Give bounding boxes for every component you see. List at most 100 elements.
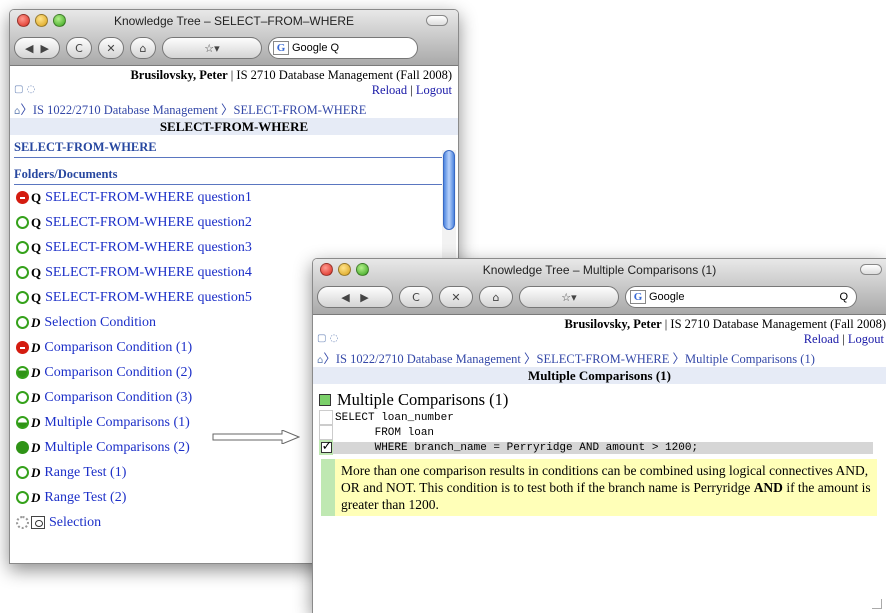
line-marker-icon[interactable] <box>319 425 333 440</box>
window-title: Knowledge Tree – SELECT–FROM–WHERE <box>113 14 355 28</box>
list-item-link[interactable]: Multiple Comparisons (2) <box>44 440 189 456</box>
user-info: Brusilovsky, Peter | IS 2710 Database Ma… <box>10 66 458 83</box>
list-item-link[interactable]: SELECT-FROM-WHERE question1 <box>45 190 252 206</box>
forward-icon[interactable]: ▶ <box>41 42 49 55</box>
user-name: Brusilovsky, Peter <box>564 317 662 331</box>
code-text: WHERE branch_name = Perryridge AND amoun… <box>333 441 873 454</box>
reload-button[interactable]: C <box>66 37 92 59</box>
close-window-icon[interactable] <box>17 14 30 27</box>
example-checkbox-icon[interactable] <box>319 394 331 406</box>
line-marker-icon[interactable] <box>319 410 333 425</box>
back-icon[interactable]: ◀ <box>341 291 349 304</box>
progress-circle-icon <box>16 191 29 204</box>
dissection-icon: D <box>31 439 41 455</box>
search-field[interactable]: G Google Q <box>268 37 418 59</box>
progress-status-icon: Q <box>16 190 41 206</box>
list-item[interactable]: Q SELECT-FROM-WHERE question2 <box>16 210 458 235</box>
list-item-link[interactable]: Range Test (2) <box>44 490 126 506</box>
zoom-window-icon[interactable] <box>53 14 66 27</box>
reload-icon: C <box>412 290 420 304</box>
stop-button[interactable]: ✕ <box>439 286 473 308</box>
breadcrumb[interactable]: ⌂〉IS 1022/2710 Database Management 〉SELE… <box>313 348 886 367</box>
address-bar[interactable]: ☆▾ <box>162 37 262 59</box>
back-forward-button[interactable]: ◀ ▶ <box>317 286 393 308</box>
window-title: Knowledge Tree – Multiple Comparisons (1… <box>482 263 717 277</box>
minimize-window-icon[interactable] <box>338 263 351 276</box>
toolbar-toggle-icon[interactable] <box>860 264 882 275</box>
bookmark-star-icon[interactable]: ☆▾ <box>561 291 576 304</box>
progress-circle-icon <box>16 466 29 479</box>
browser-toolbar: ◀ ▶ C ✕ ⌂ ☆▾ G Google Q <box>10 32 458 66</box>
scrollbar-thumb[interactable] <box>443 150 455 230</box>
browser-toolbar: ◀ ▶ C ✕ ⌂ ☆▾ G Google Q <box>313 281 886 315</box>
list-item-link[interactable]: Selection <box>49 515 101 531</box>
breadcrumb-text[interactable]: 〉IS 1022/2710 Database Management 〉SELEC… <box>323 352 815 366</box>
bookmark-star-icon[interactable]: ☆▾ <box>204 42 219 55</box>
reload-link[interactable]: Reload <box>804 332 839 346</box>
stop-icon: ✕ <box>106 41 116 55</box>
progress-status-icon: D <box>16 315 40 331</box>
title-bar[interactable]: Knowledge Tree – SELECT–FROM–WHERE <box>10 10 458 32</box>
stop-button[interactable]: ✕ <box>98 37 124 59</box>
reload-link[interactable]: Reload <box>372 83 407 97</box>
code-line[interactable]: SELECT loan_number <box>313 410 886 425</box>
toolbar-toggle-icon[interactable] <box>426 15 448 26</box>
resize-grip-icon[interactable] <box>872 599 882 609</box>
back-forward-button[interactable]: ◀ ▶ <box>14 37 60 59</box>
list-item-link[interactable]: Multiple Comparisons (1) <box>44 415 189 431</box>
progress-circle-icon <box>16 266 29 279</box>
list-item[interactable]: Q SELECT-FROM-WHERE question1 <box>16 185 458 210</box>
progress-circle-icon <box>16 391 29 404</box>
title-bar[interactable]: Knowledge Tree – Multiple Comparisons (1… <box>313 259 886 281</box>
progress-status-icon: Q <box>16 265 41 281</box>
logout-link[interactable]: Logout <box>416 83 452 97</box>
question-icon: Q <box>31 264 42 280</box>
progress-status-icon: Q <box>16 290 41 306</box>
minimize-window-icon[interactable] <box>35 14 48 27</box>
course-name: | IS 2710 Database Management (Fall 2008… <box>661 317 886 331</box>
breadcrumb[interactable]: ⌂〉IS 1022/2710 Database Management 〉SELE… <box>10 99 458 118</box>
list-item[interactable]: Q SELECT-FROM-WHERE question3 <box>16 235 458 260</box>
forward-icon[interactable]: ▶ <box>360 291 368 304</box>
google-search-icon[interactable]: G <box>273 41 289 55</box>
link-separator: | <box>842 332 845 346</box>
breadcrumb-text[interactable]: 〉IS 1022/2710 Database Management 〉SELEC… <box>20 103 366 117</box>
address-bar[interactable]: ☆▾ <box>519 286 619 308</box>
close-window-icon[interactable] <box>320 263 333 276</box>
dissection-icon: D <box>31 339 41 355</box>
list-item-link[interactable]: SELECT-FROM-WHERE question3 <box>45 240 252 256</box>
window-controls <box>320 263 369 276</box>
progress-circle-icon <box>16 516 29 529</box>
checked-box-icon[interactable] <box>320 439 332 454</box>
line-marker-icon[interactable] <box>319 439 333 455</box>
zoom-window-icon[interactable] <box>356 263 369 276</box>
code-line-selected[interactable]: WHERE branch_name = Perryridge AND amoun… <box>313 439 886 455</box>
list-item-link[interactable]: SELECT-FROM-WHERE question5 <box>45 290 252 306</box>
question-icon: Q <box>31 214 42 230</box>
tool-icons[interactable]: ▢ ◌ <box>14 84 35 95</box>
back-icon[interactable]: ◀ <box>25 42 33 55</box>
progress-status-icon: D <box>16 340 40 356</box>
dissection-icon: D <box>31 489 41 505</box>
home-button[interactable]: ⌂ <box>130 37 156 59</box>
progress-status-icon: D <box>16 415 40 431</box>
list-item-link[interactable]: Comparison Condition (3) <box>44 390 192 406</box>
search-field[interactable]: G Google Q <box>625 286 857 308</box>
list-item-link[interactable]: Selection Condition <box>44 315 156 331</box>
progress-status-icon: D <box>16 390 40 406</box>
dissection-icon: D <box>31 364 41 380</box>
logout-link[interactable]: Logout <box>848 332 884 346</box>
home-button[interactable]: ⌂ <box>479 286 513 308</box>
question-icon: Q <box>31 189 42 205</box>
list-item-link[interactable]: Range Test (1) <box>44 465 126 481</box>
list-item-link[interactable]: SELECT-FROM-WHERE question2 <box>45 215 252 231</box>
tool-icons[interactable]: ▢ ◌ <box>317 333 338 344</box>
reload-button[interactable]: C <box>399 286 433 308</box>
list-item-link[interactable]: SELECT-FROM-WHERE question4 <box>45 265 252 281</box>
list-item-link[interactable]: Comparison Condition (2) <box>44 365 192 381</box>
google-search-icon[interactable]: G <box>630 290 646 304</box>
code-line[interactable]: FROM loan <box>313 425 886 440</box>
dissection-icon: D <box>31 414 41 430</box>
list-item-link[interactable]: Comparison Condition (1) <box>44 340 192 356</box>
folders-heading: Folders/Documents <box>14 162 454 185</box>
